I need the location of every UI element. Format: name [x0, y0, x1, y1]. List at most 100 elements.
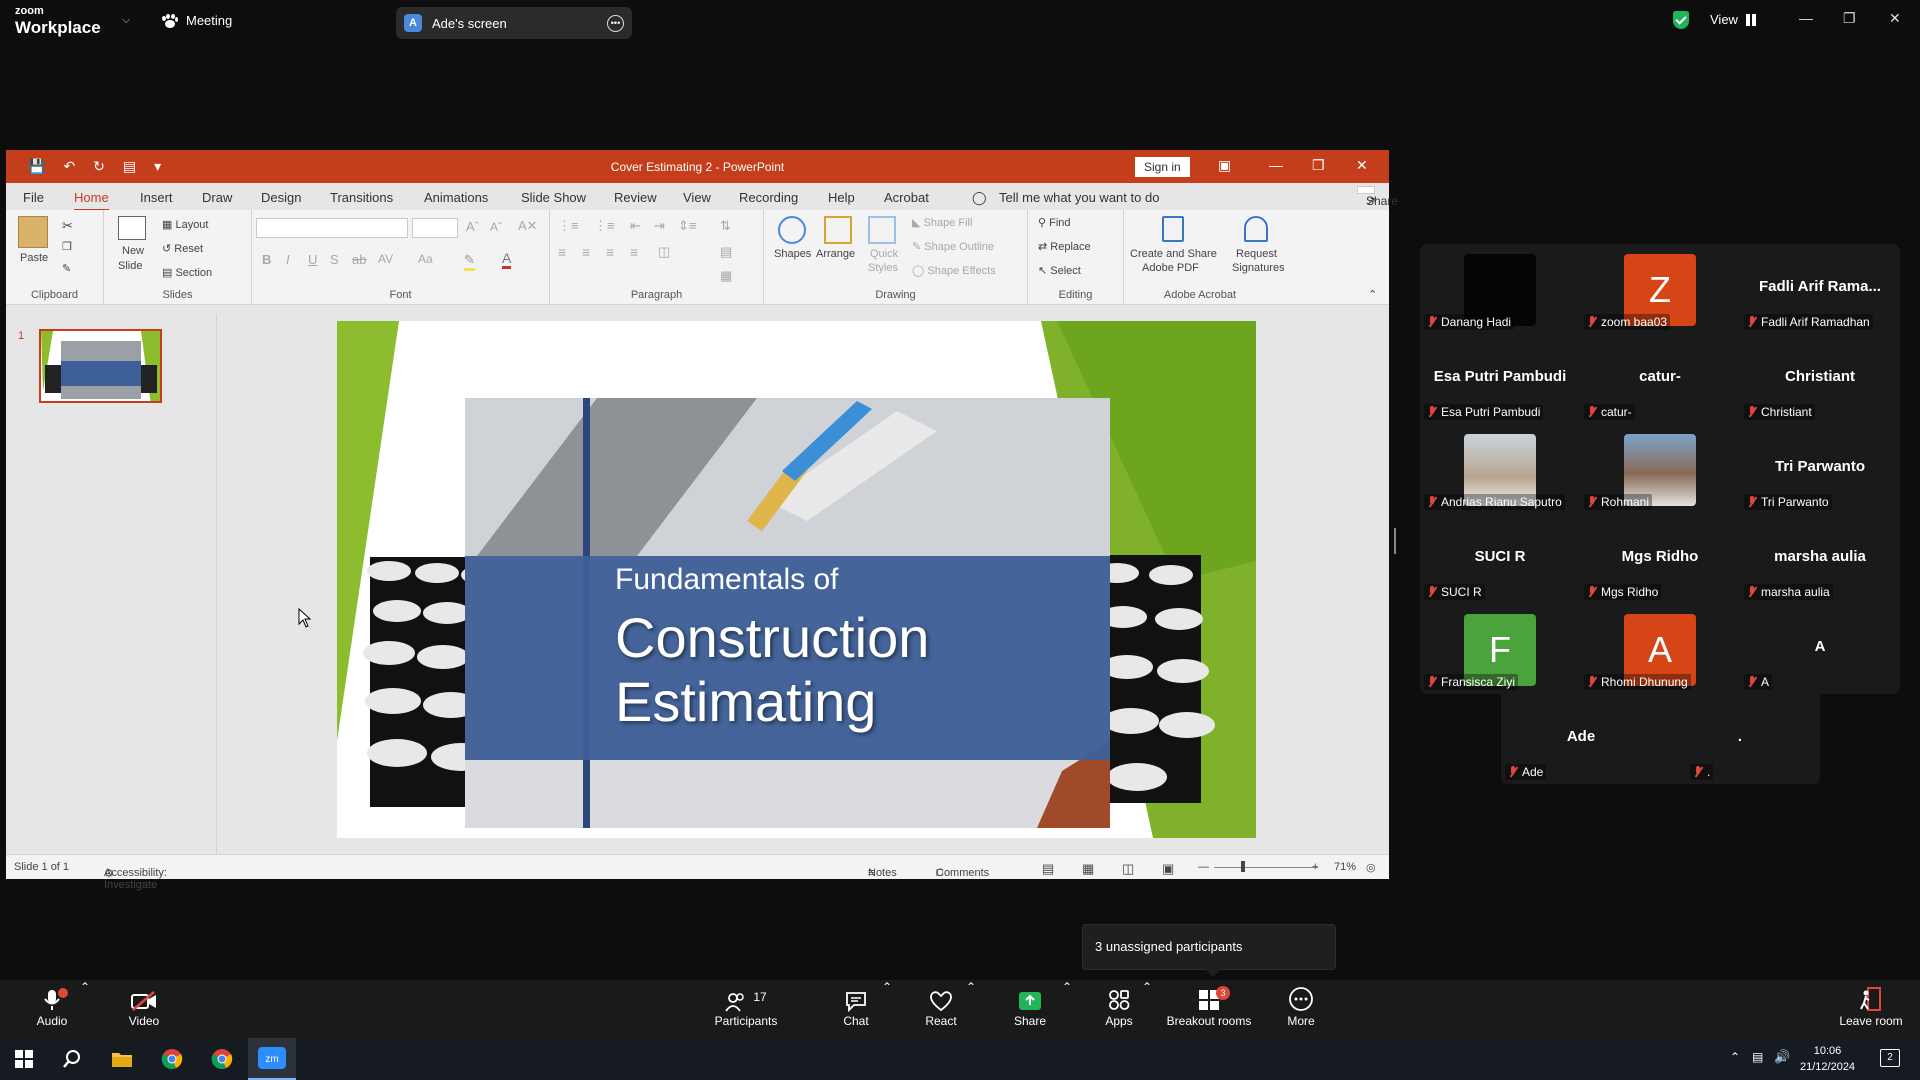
layout-button[interactable]: ▦ Layout: [162, 218, 208, 231]
quick-styles-label-1[interactable]: Quick: [870, 248, 898, 260]
participant-tile[interactable]: . .: [1660, 694, 1820, 784]
tab-review[interactable]: Review: [614, 190, 657, 205]
cut-icon[interactable]: ✂: [62, 218, 73, 234]
chat-options-caret-icon[interactable]: ⌃: [882, 980, 892, 994]
smartart-icon[interactable]: ▦: [720, 268, 732, 284]
slide[interactable]: Fundamentals of Construction Estimating: [337, 321, 1256, 838]
justify-icon[interactable]: ≡: [630, 244, 638, 260]
ribbon-display-icon[interactable]: ▣: [1218, 157, 1231, 174]
react-button[interactable]: React: [922, 980, 960, 1038]
replace-button[interactable]: ⇄ Replace: [1038, 240, 1091, 253]
slide-sorter-icon[interactable]: ▦: [1082, 861, 1094, 877]
zoom-workplace-logo[interactable]: zoom Workplace: [15, 6, 101, 37]
tab-slide-show[interactable]: Slide Show: [521, 190, 586, 205]
slide-title[interactable]: Construction Estimating: [615, 606, 929, 734]
reading-view-icon[interactable]: ◫: [1122, 861, 1134, 877]
shapes-icon[interactable]: [778, 216, 806, 244]
new-slide-icon[interactable]: [118, 216, 146, 240]
align-left-icon[interactable]: ≡: [558, 244, 566, 260]
slide-subtitle[interactable]: Fundamentals of: [615, 563, 838, 597]
apps-options-caret-icon[interactable]: ⌃: [1142, 980, 1152, 994]
increase-indent-icon[interactable]: ⇥: [654, 218, 665, 234]
align-text-icon[interactable]: ▤: [720, 244, 732, 260]
file-explorer-button[interactable]: [98, 1038, 146, 1080]
copy-icon[interactable]: ❐: [62, 240, 72, 253]
font-size-select[interactable]: [412, 218, 458, 238]
audio-button[interactable]: Audio: [30, 980, 74, 1038]
audio-options-caret-icon[interactable]: ⌃: [80, 980, 90, 994]
zoom-taskbar-button[interactable]: zm: [248, 1038, 296, 1080]
participant-tile[interactable]: Mgs Ridho Mgs Ridho: [1580, 514, 1740, 604]
arrange-icon[interactable]: [824, 216, 852, 244]
tab-file[interactable]: File: [23, 190, 44, 205]
select-button[interactable]: ↖ Select: [1038, 264, 1081, 277]
breakout-rooms-button[interactable]: 3 Breakout rooms: [1164, 980, 1254, 1038]
zoom-level[interactable]: 71%: [1334, 861, 1356, 873]
shape-outline-button[interactable]: ✎ Shape Outline: [912, 240, 994, 253]
search-button[interactable]: [48, 1038, 96, 1080]
participant-tile[interactable]: Tri Parwanto Tri Parwanto: [1740, 424, 1900, 514]
request-sign-label-1[interactable]: Request: [1236, 248, 1277, 260]
minimize-icon[interactable]: —: [1799, 10, 1813, 26]
participant-tile[interactable]: Ade Ade: [1501, 694, 1661, 784]
more-button[interactable]: More: [1282, 980, 1320, 1038]
bullets-icon[interactable]: ⋮≡: [558, 218, 579, 234]
show-hidden-icons-icon[interactable]: ⌃: [1730, 1050, 1740, 1064]
reset-button[interactable]: ↺ Reset: [162, 242, 203, 255]
close-icon[interactable]: ✕: [1889, 10, 1901, 27]
section-button[interactable]: ▤ Section: [162, 266, 212, 279]
system-clock[interactable]: 10:06 21/12/2024: [1800, 1043, 1855, 1075]
collapse-ribbon-icon[interactable]: ⌃: [1368, 288, 1377, 301]
zoom-out-icon[interactable]: —: [1198, 861, 1209, 873]
meeting-menu[interactable]: Meeting: [162, 13, 232, 28]
align-right-icon[interactable]: ≡: [606, 244, 614, 260]
shrink-font-icon[interactable]: Aˇ: [490, 220, 502, 234]
tab-view[interactable]: View: [683, 190, 711, 205]
restore-icon[interactable]: ❐: [1843, 10, 1856, 27]
notifications-button[interactable]: 2: [1880, 1049, 1900, 1067]
video-button[interactable]: Video: [124, 980, 164, 1038]
tab-help[interactable]: Help: [828, 190, 855, 205]
shapes-button[interactable]: Shapes: [774, 248, 811, 260]
shape-fill-button[interactable]: ◣ Shape Fill: [912, 216, 972, 229]
tab-home[interactable]: Home: [74, 190, 109, 211]
chrome-profile-button[interactable]: [198, 1038, 246, 1080]
slideshow-icon[interactable]: ▣: [1162, 861, 1174, 877]
normal-view-icon[interactable]: ▤: [1042, 861, 1054, 877]
align-center-icon[interactable]: ≡: [582, 244, 590, 260]
change-case-icon[interactable]: Aa: [418, 252, 433, 266]
start-button[interactable]: [0, 1038, 48, 1080]
participant-tile[interactable]: A A: [1740, 604, 1900, 694]
request-sign-label-2[interactable]: Signatures: [1232, 262, 1285, 274]
participant-tile[interactable]: F Fransisca Ziyi: [1420, 604, 1580, 694]
participant-tile[interactable]: Christiant Christiant: [1740, 334, 1900, 424]
react-options-caret-icon[interactable]: ⌃: [966, 980, 976, 994]
grow-font-icon[interactable]: Aˆ: [466, 219, 479, 234]
more-options-icon[interactable]: •••: [607, 14, 624, 32]
share-screen-button[interactable]: Share: [1012, 980, 1048, 1038]
clear-format-icon[interactable]: A✕: [518, 218, 538, 234]
signature-icon[interactable]: [1244, 216, 1268, 242]
apps-button[interactable]: Apps: [1102, 980, 1136, 1038]
underline-icon[interactable]: U: [308, 252, 317, 267]
quick-styles-label-2[interactable]: Styles: [868, 262, 898, 274]
arrange-button[interactable]: Arrange: [816, 248, 855, 260]
ppt-restore-icon[interactable]: ❐: [1312, 157, 1325, 174]
new-slide-label-2[interactable]: Slide: [118, 260, 142, 272]
find-button[interactable]: ⚲ Find: [1038, 216, 1071, 229]
text-direction-icon[interactable]: ⇅: [720, 218, 731, 234]
create-pdf-label-2[interactable]: Adobe PDF: [1142, 262, 1199, 274]
participant-tile[interactable]: catur- catur-: [1580, 334, 1740, 424]
screen-share-pill[interactable]: A Ade's screen •••: [396, 7, 632, 39]
paste-button[interactable]: Paste: [20, 252, 48, 264]
share-options-caret-icon[interactable]: ⌃: [1062, 980, 1072, 994]
view-button[interactable]: View: [1710, 12, 1756, 27]
participant-tile[interactable]: Z zoom baa03: [1580, 244, 1740, 334]
chat-button[interactable]: Chat: [838, 980, 874, 1038]
paste-icon[interactable]: [18, 216, 48, 248]
chevron-down-icon[interactable]: ⌵: [122, 14, 130, 27]
slide-thumbnail[interactable]: [39, 329, 162, 403]
tab-animations[interactable]: Animations: [424, 190, 488, 205]
tab-insert[interactable]: Insert: [140, 190, 173, 205]
char-spacing-icon[interactable]: AV: [378, 252, 393, 266]
